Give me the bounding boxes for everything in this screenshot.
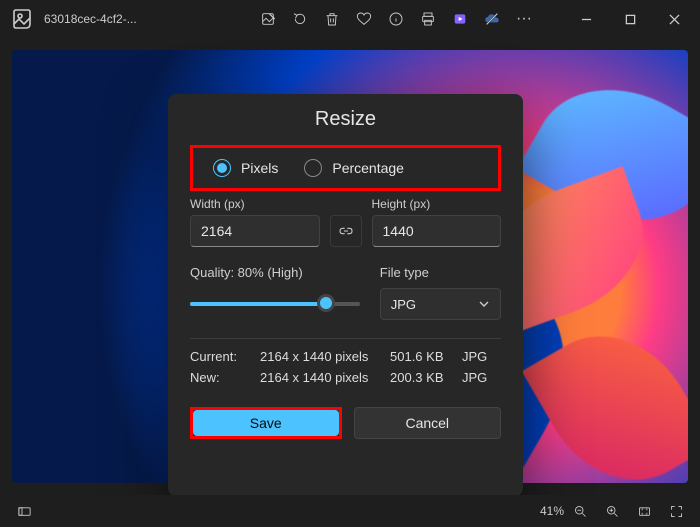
- quality-slider[interactable]: [190, 294, 360, 314]
- cancel-button[interactable]: Cancel: [354, 407, 502, 439]
- width-label: Width (px): [190, 197, 320, 211]
- radio-selected-icon: [213, 159, 231, 177]
- filetype-label: File type: [380, 265, 501, 280]
- filmstrip-toggle-icon[interactable]: [8, 497, 40, 525]
- radio-unselected-icon: [304, 159, 322, 177]
- rotate-icon[interactable]: [284, 3, 316, 35]
- zoom-level-label: 41%: [540, 504, 564, 518]
- more-icon[interactable]: ···: [508, 3, 540, 35]
- unit-radio-group: Pixels Percentage: [190, 145, 501, 191]
- link-aspect-button[interactable]: [330, 215, 362, 247]
- image-viewport: Resize Pixels Percentage Width (px): [0, 38, 700, 495]
- new-dims: 2164 x 1440 pixels: [260, 370, 390, 385]
- current-label: Current:: [190, 349, 260, 364]
- filetype-select[interactable]: JPG: [380, 288, 501, 320]
- cloud-off-icon[interactable]: [476, 3, 508, 35]
- fullscreen-icon[interactable]: [660, 497, 692, 525]
- clipchamp-icon[interactable]: [444, 3, 476, 35]
- zoom-in-icon[interactable]: [596, 497, 628, 525]
- current-size: 501.6 KB: [390, 349, 462, 364]
- print-icon[interactable]: [412, 3, 444, 35]
- filetype-value: JPG: [391, 297, 416, 312]
- filename-label: 63018cec-4cf2-...: [44, 12, 137, 26]
- app-icon: [10, 7, 34, 31]
- percentage-radio-label: Percentage: [332, 160, 404, 176]
- save-button-highlight: Save: [190, 407, 342, 439]
- zoom-out-icon[interactable]: [564, 497, 596, 525]
- chevron-down-icon: [478, 298, 490, 310]
- new-size: 200.3 KB: [390, 370, 462, 385]
- save-button[interactable]: Save: [193, 410, 339, 436]
- height-input[interactable]: [372, 215, 502, 247]
- width-input[interactable]: [190, 215, 320, 247]
- info-icon[interactable]: [380, 3, 412, 35]
- resize-dialog: Resize Pixels Percentage Width (px): [168, 94, 523, 496]
- size-info-grid: Current: 2164 x 1440 pixels 501.6 KB JPG…: [190, 349, 501, 385]
- new-label: New:: [190, 370, 260, 385]
- percentage-radio[interactable]: Percentage: [304, 159, 404, 177]
- title-bar: 63018cec-4cf2-... ···: [0, 0, 700, 38]
- minimize-button[interactable]: [564, 3, 608, 35]
- height-label: Height (px): [372, 197, 502, 211]
- pixels-radio-label: Pixels: [241, 160, 278, 176]
- dialog-title: Resize: [190, 108, 501, 131]
- divider: [190, 338, 501, 339]
- new-fmt: JPG: [462, 370, 502, 385]
- quality-label: Quality: 80% (High): [190, 265, 360, 280]
- pixels-radio[interactable]: Pixels: [213, 159, 278, 177]
- current-fmt: JPG: [462, 349, 502, 364]
- maximize-button[interactable]: [608, 3, 652, 35]
- status-bar: 41%: [0, 495, 700, 527]
- close-button[interactable]: [652, 3, 696, 35]
- edit-image-icon[interactable]: [252, 3, 284, 35]
- current-dims: 2164 x 1440 pixels: [260, 349, 390, 364]
- fit-to-window-icon[interactable]: [628, 497, 660, 525]
- delete-icon[interactable]: [316, 3, 348, 35]
- favorite-icon[interactable]: [348, 3, 380, 35]
